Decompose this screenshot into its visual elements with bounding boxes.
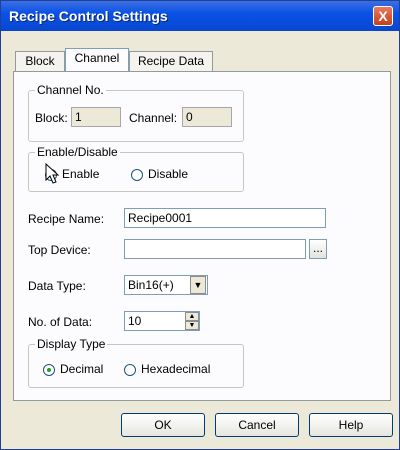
display-type-group: Display Type Decimal Hexadecimal — [28, 337, 244, 388]
data-type-label: Data Type: — [28, 279, 86, 293]
help-button[interactable]: Help — [309, 413, 393, 437]
top-device-label: Top Device: — [28, 243, 91, 257]
recipe-name-input[interactable]: Recipe0001 — [124, 208, 326, 228]
decimal-radio[interactable] — [43, 364, 55, 376]
channel-no-group-label: Channel No. — [35, 83, 106, 97]
dropdown-arrow-icon[interactable]: ▼ — [190, 276, 206, 294]
no-of-data-label: No. of Data: — [28, 315, 93, 329]
tab-block[interactable]: Block — [15, 51, 65, 71]
display-type-group-label: Display Type — [35, 337, 108, 351]
data-type-value: Bin16(+) — [128, 278, 174, 292]
recipe-control-settings-dialog: Recipe Control Settings X Block Channel … — [0, 0, 400, 450]
hexadecimal-label[interactable]: Hexadecimal — [141, 362, 210, 376]
spin-up-icon[interactable]: ▲ — [185, 312, 199, 321]
enable-label[interactable]: Enable — [62, 167, 99, 181]
channel-label: Channel: — [129, 111, 178, 125]
ok-button[interactable]: OK — [121, 413, 205, 437]
channel-no-group: Channel No. Block: 1 Channel: 0 — [28, 83, 244, 142]
tab-recipe-data[interactable]: Recipe Data — [129, 51, 213, 71]
spin-down-icon[interactable]: ▼ — [185, 321, 199, 330]
hexadecimal-radio[interactable] — [124, 364, 136, 376]
disable-radio[interactable] — [131, 169, 143, 181]
tab-channel[interactable]: Channel — [65, 48, 129, 71]
close-icon[interactable]: X — [373, 6, 393, 26]
browse-button[interactable]: ... — [309, 239, 327, 259]
title-bar[interactable]: Recipe Control Settings X — [1, 1, 399, 31]
recipe-name-label: Recipe Name: — [28, 212, 105, 226]
cancel-button[interactable]: Cancel — [215, 413, 299, 437]
channel-tab-panel: Channel No. Block: 1 Channel: 0 Enable/D… — [13, 71, 391, 401]
block-label: Block: — [35, 111, 68, 125]
window-title: Recipe Control Settings — [9, 8, 168, 24]
disable-label[interactable]: Disable — [148, 167, 188, 181]
top-device-input[interactable] — [124, 239, 306, 259]
no-of-data-value: 10 — [128, 314, 142, 328]
mouse-cursor-icon — [45, 163, 60, 184]
enable-disable-group-label: Enable/Disable — [35, 145, 120, 159]
decimal-label[interactable]: Decimal — [60, 362, 103, 376]
block-field: 1 — [71, 107, 121, 127]
channel-field: 0 — [182, 107, 232, 127]
